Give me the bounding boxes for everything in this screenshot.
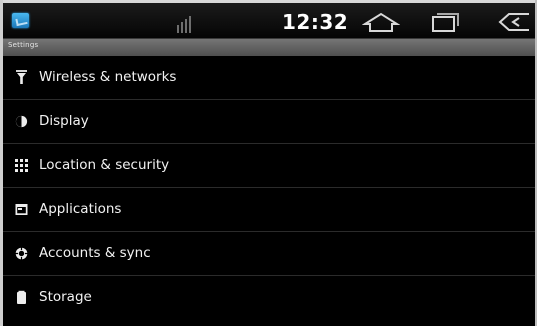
status-bar: 12:32 xyxy=(3,3,535,39)
settings-item-label: Applications xyxy=(39,201,122,217)
settings-title-bar: Settings xyxy=(3,39,535,56)
accounts-sync-icon xyxy=(15,247,28,260)
home-icon[interactable] xyxy=(362,10,400,34)
settings-item-location-security[interactable]: Location & security xyxy=(3,144,535,188)
settings-item-applications[interactable]: Applications xyxy=(3,188,535,232)
settings-list: Wireless & networks Display Location & s… xyxy=(3,56,535,326)
settings-item-label: Storage xyxy=(39,289,92,305)
display-icon xyxy=(15,115,28,128)
settings-item-display[interactable]: Display xyxy=(3,100,535,144)
settings-item-storage[interactable]: Storage xyxy=(3,276,535,320)
signal-icon xyxy=(176,15,196,33)
notification-icon[interactable] xyxy=(12,13,29,28)
back-icon[interactable] xyxy=(496,10,532,34)
settings-item-label: Display xyxy=(39,113,89,129)
recent-apps-icon[interactable] xyxy=(428,10,462,34)
status-clock: 12:32 xyxy=(282,10,349,34)
storage-icon xyxy=(17,290,26,304)
wireless-icon xyxy=(16,70,27,84)
location-security-icon xyxy=(15,159,28,172)
settings-item-label: Location & security xyxy=(39,157,170,173)
page-title: Settings xyxy=(8,41,39,49)
settings-item-label: Wireless & networks xyxy=(39,69,177,85)
settings-item-wireless-networks[interactable]: Wireless & networks xyxy=(3,56,535,100)
applications-icon xyxy=(15,204,28,215)
settings-item-label: Accounts & sync xyxy=(39,245,151,261)
settings-item-accounts-sync[interactable]: Accounts & sync xyxy=(3,232,535,276)
